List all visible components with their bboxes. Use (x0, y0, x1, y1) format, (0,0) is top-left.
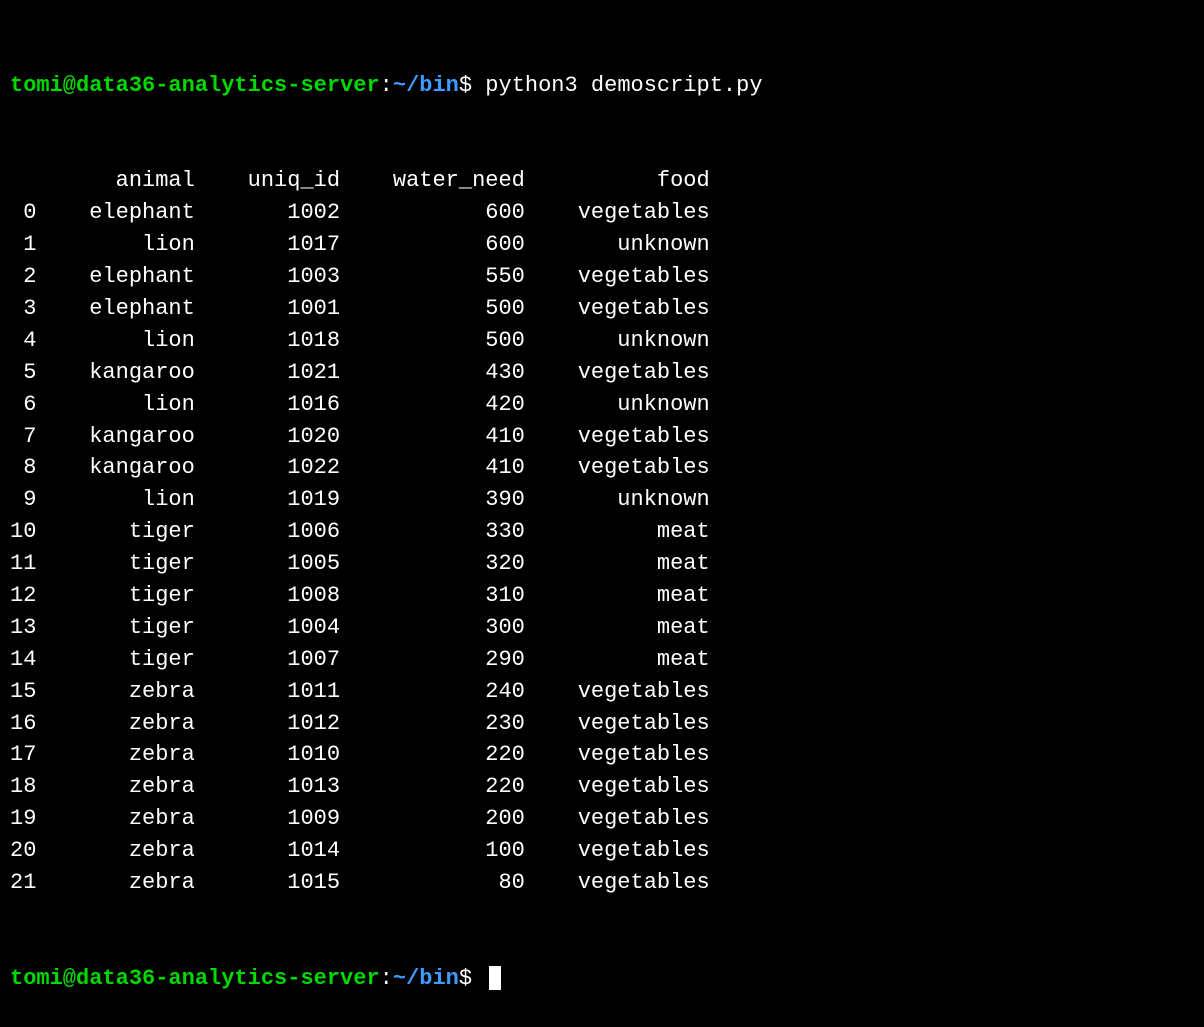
prompt-user-host: tomi@data36-analytics-server (10, 966, 380, 991)
table-row: 19 zebra 1009 200 vegetables (10, 803, 1194, 835)
table-row: 3 elephant 1001 500 vegetables (10, 293, 1194, 325)
prompt-line-1: tomi@data36-analytics-server:~/bin$ pyth… (10, 70, 1194, 102)
table-row: 5 kangaroo 1021 430 vegetables (10, 357, 1194, 389)
prompt-line-2[interactable]: tomi@data36-analytics-server:~/bin$ (10, 963, 1194, 995)
prompt-path: ~/bin (393, 73, 459, 98)
table-header-row: animal uniq_id water_need food (10, 165, 1194, 197)
table-row: 2 elephant 1003 550 vegetables (10, 261, 1194, 293)
table-row: 11 tiger 1005 320 meat (10, 548, 1194, 580)
prompt-colon: : (380, 73, 393, 98)
table-row: 17 zebra 1010 220 vegetables (10, 739, 1194, 771)
table-row: 0 elephant 1002 600 vegetables (10, 197, 1194, 229)
table-row: 14 tiger 1007 290 meat (10, 644, 1194, 676)
table-row: 6 lion 1016 420 unknown (10, 389, 1194, 421)
table-row: 8 kangaroo 1022 410 vegetables (10, 452, 1194, 484)
table-row: 4 lion 1018 500 unknown (10, 325, 1194, 357)
table-row: 9 lion 1019 390 unknown (10, 484, 1194, 516)
prompt-dollar: $ (459, 73, 485, 98)
prompt-colon: : (380, 966, 393, 991)
table-row: 1 lion 1017 600 unknown (10, 229, 1194, 261)
prompt-dollar: $ (459, 966, 485, 991)
table-row: 12 tiger 1008 310 meat (10, 580, 1194, 612)
dataframe-output: animal uniq_id water_need food 0 elephan… (10, 165, 1194, 898)
table-row: 10 tiger 1006 330 meat (10, 516, 1194, 548)
table-row: 18 zebra 1013 220 vegetables (10, 771, 1194, 803)
table-row: 7 kangaroo 1020 410 vegetables (10, 421, 1194, 453)
table-row: 15 zebra 1011 240 vegetables (10, 676, 1194, 708)
terminal-window[interactable]: tomi@data36-analytics-server:~/bin$ pyth… (10, 6, 1194, 1027)
table-row: 20 zebra 1014 100 vegetables (10, 835, 1194, 867)
table-row: 16 zebra 1012 230 vegetables (10, 708, 1194, 740)
command-text: python3 demoscript.py (485, 73, 762, 98)
prompt-user-host: tomi@data36-analytics-server (10, 73, 380, 98)
table-row: 13 tiger 1004 300 meat (10, 612, 1194, 644)
table-row: 21 zebra 1015 80 vegetables (10, 867, 1194, 899)
prompt-path: ~/bin (393, 966, 459, 991)
cursor (489, 966, 501, 990)
